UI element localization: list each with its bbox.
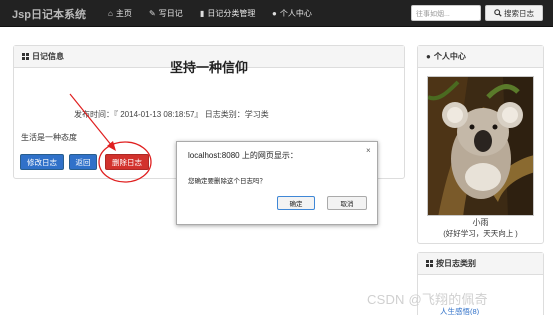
confirm-dialog: localhost:8080 上的网页显示： × 您确定要删除这个日志吗？ 确定…: [176, 141, 378, 225]
confirm-ok-button[interactable]: 确定: [277, 196, 315, 210]
arrow-line: [69, 93, 113, 147]
confirm-cancel-button[interactable]: 取消: [327, 196, 367, 210]
highlight-circle: [98, 141, 152, 183]
dialog-message: 您确定要删除这个日志吗？: [188, 178, 266, 185]
dialog-title: localhost:8080 上的网页显示：: [188, 151, 298, 160]
close-icon[interactable]: ×: [366, 146, 371, 155]
watermark: CSDN @飞翔的佩奇: [367, 292, 488, 307]
